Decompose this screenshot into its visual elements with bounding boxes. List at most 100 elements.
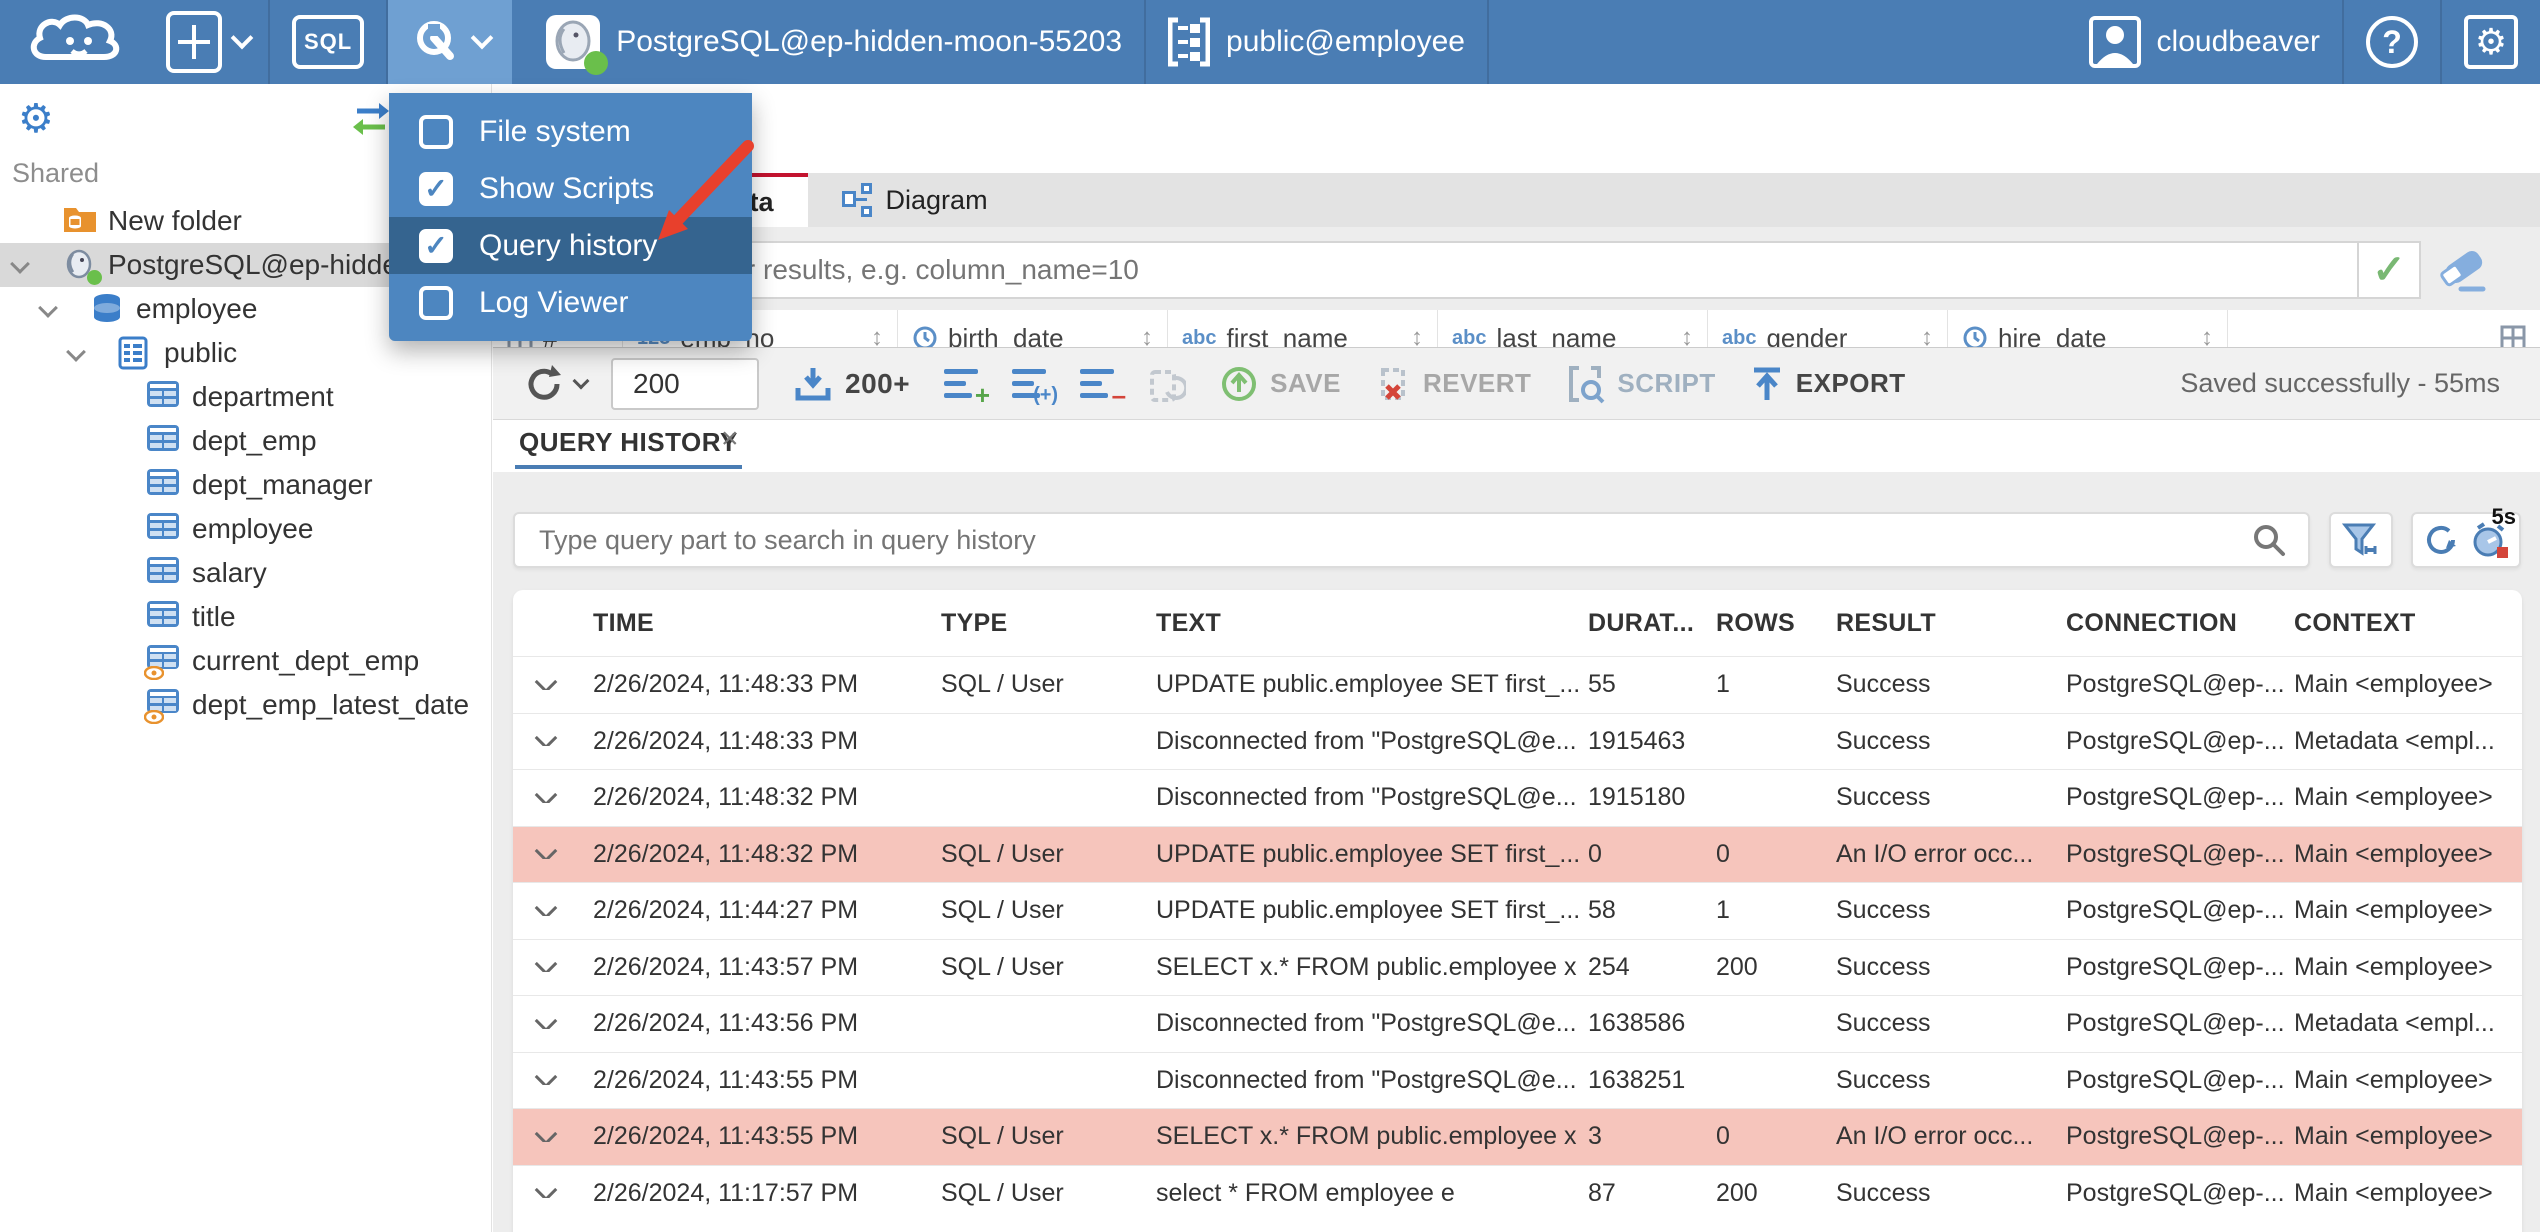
tree-item-label: dept_emp xyxy=(192,425,317,456)
refresh-button[interactable] xyxy=(523,363,590,405)
help-button[interactable]: ? xyxy=(2344,0,2440,84)
checkbox-unchecked-icon[interactable] xyxy=(419,285,453,320)
tree-item-title[interactable]: title xyxy=(0,595,491,639)
menu-item-file-system[interactable]: File system xyxy=(389,103,752,160)
revert-button[interactable]: REVERT xyxy=(1375,364,1531,404)
connection-cell: PostgreSQL@ep-... xyxy=(2066,1065,2285,1094)
row-limit-input[interactable] xyxy=(611,357,759,410)
row-expander[interactable] xyxy=(513,1018,593,1029)
clear-filter-button[interactable] xyxy=(2437,245,2489,295)
filter-expression-input[interactable] xyxy=(508,243,2357,297)
grid-column-hire_date[interactable]: hire_date ↕ xyxy=(1948,310,2228,347)
sort-icon[interactable]: ↕ xyxy=(1411,324,1423,347)
column-header-rows[interactable]: ROWS xyxy=(1716,609,1836,638)
save-button[interactable]: SAVE xyxy=(1220,365,1341,403)
sort-icon[interactable]: ↕ xyxy=(1141,324,1153,347)
settings-button[interactable]: ⚙ xyxy=(2442,0,2540,84)
column-header-type[interactable]: TYPE xyxy=(941,609,1156,638)
column-header-context[interactable]: CONTEXT xyxy=(2294,609,2522,638)
query-history-row[interactable]: 2/26/2024, 11:48:33 PM SQL / User UPDATE p… xyxy=(513,656,2522,713)
row-expander[interactable] xyxy=(513,1131,593,1142)
row-expander[interactable] xyxy=(513,1188,593,1199)
tab-diagram[interactable]: Diagram xyxy=(808,173,1022,227)
query-history-row[interactable]: 2/26/2024, 11:43:55 PM SQL / User SELECT x… xyxy=(513,1108,2522,1165)
query-history-row[interactable]: 2/26/2024, 11:44:27 PM SQL / User UPDATE p… xyxy=(513,882,2522,939)
query-history-row[interactable]: 2/26/2024, 11:48:33 PM Disconnected from … xyxy=(513,712,2522,769)
column-header-durat[interactable]: DURAT... xyxy=(1588,609,1716,638)
chevron-down-icon[interactable] xyxy=(10,254,30,274)
plus-icon xyxy=(166,11,222,73)
query-history-row[interactable]: 2/26/2024, 11:48:32 PM Disconnected from … xyxy=(513,769,2522,826)
column-header-connection[interactable]: CONNECTION xyxy=(2066,609,2294,638)
apply-filter-button[interactable]: ✓ xyxy=(2357,243,2419,297)
row-expander[interactable] xyxy=(513,905,593,916)
text-cell: SELECT x.* FROM public.employee x xyxy=(1156,952,1577,981)
menu-item-query-history[interactable]: ✓ Query history xyxy=(389,217,752,274)
diagram-icon xyxy=(841,183,872,217)
query-history-row[interactable]: 2/26/2024, 11:48:32 PM SQL / User UPDATE p… xyxy=(513,825,2522,882)
query-history-refresh-group[interactable]: 5s xyxy=(2411,504,2521,568)
sync-connection-icon[interactable] xyxy=(349,99,393,139)
checkbox-checked-icon[interactable]: ✓ xyxy=(419,171,453,206)
table-icon xyxy=(146,468,182,502)
query-history-row[interactable]: 2/26/2024, 11:43:57 PM SQL / User SELECT x… xyxy=(513,938,2522,995)
row-expander[interactable] xyxy=(513,792,593,803)
row-expander[interactable] xyxy=(513,736,593,747)
tab-query-history[interactable]: QUERY HISTORY xyxy=(515,420,742,469)
row-expander[interactable] xyxy=(513,962,593,973)
tree-item-label: title xyxy=(192,601,236,632)
grid-column-last_name[interactable]: abc last_name ↕ xyxy=(1438,310,1708,347)
connection-selector[interactable]: PostgreSQL@ep-hidden-moon-55203 xyxy=(512,0,1144,84)
add-row-button[interactable]: + xyxy=(944,368,990,408)
grid-icon[interactable] xyxy=(2500,325,2526,347)
column-header-result[interactable]: RESULT xyxy=(1836,609,2066,638)
tree-item-department[interactable]: department xyxy=(0,375,491,419)
duplicate-row-button[interactable]: (+) xyxy=(1012,368,1058,405)
grid-column-gender[interactable]: abc gender ↕ xyxy=(1708,310,1948,347)
sort-icon[interactable]: ↕ xyxy=(1921,324,1933,347)
column-header-text[interactable]: TEXT xyxy=(1156,609,1588,638)
query-history-row[interactable]: 2/26/2024, 11:17:57 PM SQL / User select *… xyxy=(513,1164,2522,1221)
export-button[interactable]: EXPORT xyxy=(1750,364,1906,404)
bottom-panel-tabs: QUERY HISTORY × xyxy=(493,420,2540,472)
column-header-time[interactable]: TIME xyxy=(593,609,941,638)
checkbox-unchecked-icon[interactable] xyxy=(419,114,453,149)
row-expander[interactable] xyxy=(513,1075,593,1086)
tree-item-dept-emp-latest-date[interactable]: dept_emp_latest_date xyxy=(0,683,491,727)
tools-menu-button[interactable] xyxy=(388,0,513,84)
tree-item-salary[interactable]: salary xyxy=(0,551,491,595)
fetch-more-button[interactable]: 200+ xyxy=(793,364,910,404)
text-cell: Disconnected from "PostgreSQL@e... xyxy=(1156,1065,1577,1094)
delete-row-button[interactable]: – xyxy=(1080,368,1126,408)
tree-item-employee[interactable]: employee xyxy=(0,507,491,551)
grid-column-birth_date[interactable]: birth_date ↕ xyxy=(898,310,1168,347)
checkbox-checked-icon[interactable]: ✓ xyxy=(419,228,453,263)
row-expander[interactable] xyxy=(513,849,593,860)
grid-column-first_name[interactable]: abc first_name ↕ xyxy=(1168,310,1438,347)
sort-icon[interactable]: ↕ xyxy=(2201,324,2213,347)
menu-item-log-viewer[interactable]: Log Viewer xyxy=(389,274,752,331)
tree-item-dept-manager[interactable]: dept_manager xyxy=(0,463,491,507)
query-history-row[interactable]: 2/26/2024, 11:43:56 PM Disconnected from … xyxy=(513,995,2522,1052)
row-expander[interactable] xyxy=(513,679,593,690)
schema-selector[interactable]: public@employee xyxy=(1146,0,1487,84)
sql-icon: SQL xyxy=(292,15,365,69)
view-icon xyxy=(144,644,182,680)
close-icon[interactable]: × xyxy=(721,422,739,456)
copy-button[interactable] xyxy=(1148,364,1187,404)
query-history-row[interactable]: 2/26/2024, 11:43:55 PM Disconnected from … xyxy=(513,1051,2522,1108)
new-object-button[interactable] xyxy=(148,0,268,84)
sql-editor-button[interactable]: SQL xyxy=(270,0,386,84)
script-button[interactable]: SCRIPT xyxy=(1565,364,1715,404)
chevron-down-icon[interactable] xyxy=(66,342,86,362)
query-history-filter-button[interactable] xyxy=(2329,512,2393,568)
query-history-search-input[interactable] xyxy=(515,524,2252,556)
chevron-down-icon[interactable] xyxy=(38,298,58,318)
navigator-settings-icon[interactable]: ⚙ xyxy=(18,96,54,142)
tree-item-current-dept-emp[interactable]: current_dept_emp xyxy=(0,639,491,683)
sort-icon[interactable]: ↕ xyxy=(871,324,883,347)
user-menu[interactable]: cloudbeaver xyxy=(2067,0,2342,84)
tree-item-dept-emp[interactable]: dept_emp xyxy=(0,419,491,463)
menu-item-show-scripts[interactable]: ✓ Show Scripts xyxy=(389,160,752,217)
sort-icon[interactable]: ↕ xyxy=(1681,324,1693,347)
